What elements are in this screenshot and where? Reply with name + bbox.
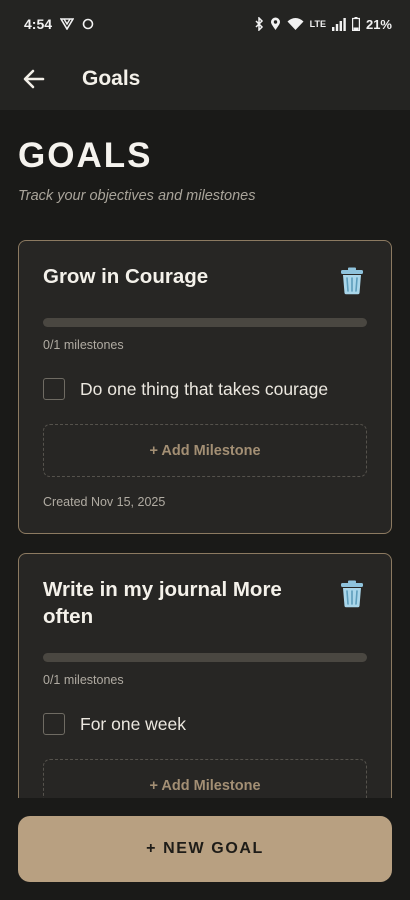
signal-icon	[331, 17, 346, 31]
goal-title: Write in my journal More often	[43, 578, 282, 628]
bluetooth-icon	[254, 17, 264, 31]
wifi-icon	[287, 17, 304, 31]
delete-goal-button[interactable]	[339, 267, 365, 295]
add-milestone-button[interactable]: + Add Milestone	[43, 759, 367, 798]
goal-progress-bar	[43, 653, 367, 662]
goal-card: Grow in Courage 0/1 milestones Do one th…	[18, 240, 392, 534]
goal-title: Grow in Courage	[43, 265, 209, 288]
milestone-item: Do one thing that takes courage	[43, 378, 367, 400]
circle-status-icon	[82, 18, 94, 30]
milestone-text: For one week	[80, 713, 187, 734]
status-right: LTE 21%	[254, 17, 392, 32]
notification-icon	[60, 18, 75, 30]
milestone-checkbox[interactable]	[43, 713, 65, 735]
bottom-action-area: + NEW GOAL	[0, 798, 410, 900]
page-title: GOALS	[18, 136, 153, 175]
milestone-count: 0/1 milestones	[43, 673, 124, 687]
page-subtitle: Track your objectives and milestones	[18, 188, 256, 204]
delete-goal-button[interactable]	[339, 580, 365, 608]
battery-level: 21%	[365, 16, 392, 32]
goals-list-scroll[interactable]: GOALS Track your objectives and mileston…	[0, 110, 410, 798]
trash-icon	[341, 267, 363, 295]
milestone-checkbox[interactable]	[43, 378, 65, 400]
location-icon	[270, 17, 281, 31]
app-bar: Goals	[0, 48, 410, 110]
status-left: 4:54	[24, 16, 94, 32]
goal-card: Write in my journal More often 0/1 miles…	[18, 553, 392, 798]
milestone-count: 0/1 milestones	[43, 338, 124, 352]
milestone-text: Do one thing that takes courage	[80, 378, 329, 399]
goal-progress-bar	[43, 318, 367, 327]
back-arrow-icon	[23, 69, 45, 89]
trash-icon	[341, 580, 363, 608]
back-button[interactable]	[20, 65, 48, 93]
app-bar-title: Goals	[82, 67, 141, 90]
goal-card-header: Write in my journal More often	[43, 576, 367, 630]
goal-card-header: Grow in Courage	[43, 263, 367, 295]
status-time: 4:54	[24, 16, 53, 32]
new-goal-button[interactable]: + NEW GOAL	[18, 816, 392, 882]
battery-icon	[351, 17, 360, 31]
status-bar: 4:54 LTE 21%	[0, 0, 410, 48]
milestone-item: For one week	[43, 713, 367, 735]
goal-created-date: Created Nov 15, 2025	[43, 495, 166, 509]
add-milestone-button[interactable]: + Add Milestone	[43, 424, 367, 477]
network-type: LTE	[309, 19, 326, 29]
